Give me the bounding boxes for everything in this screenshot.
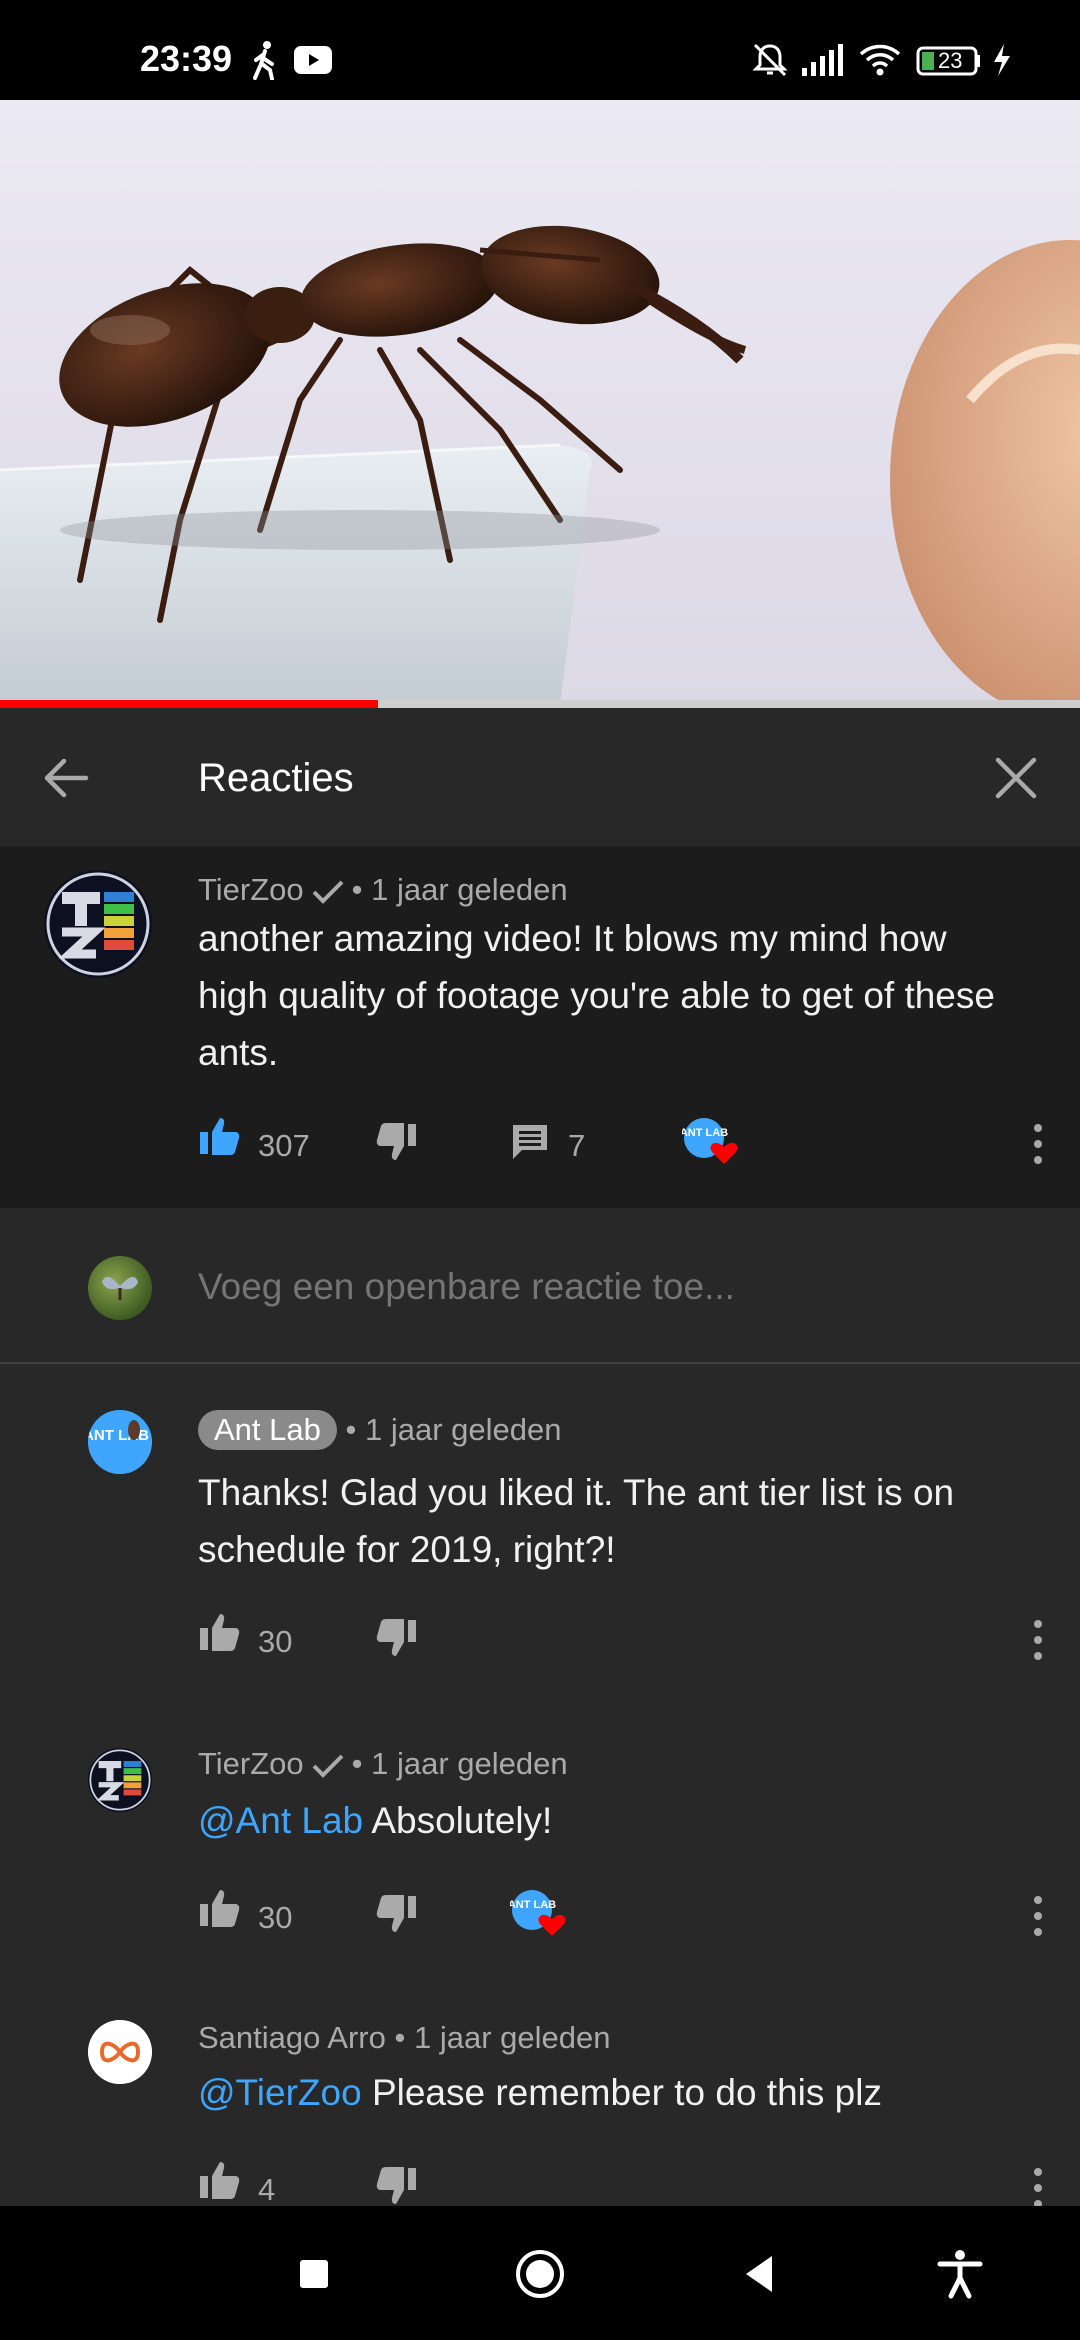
avatar[interactable]: [88, 1748, 152, 1812]
antlab-avatar-text: ANT LAB: [510, 1899, 556, 1911]
dislike-icon[interactable]: [374, 1120, 418, 1164]
comment-meta: Ant Lab • 1 jaar geleden: [198, 1410, 561, 1450]
video-player[interactable]: [0, 100, 1080, 705]
comment-time: 1 jaar geleden: [371, 1746, 568, 1781]
tierzoo-logo-icon: [88, 1748, 152, 1812]
comment-actions: 30 ANT LAB: [198, 1886, 1058, 1946]
comment-time: 1 jaar geleden: [364, 1412, 562, 1447]
like-icon[interactable]: [198, 1886, 242, 1930]
more-options-icon[interactable]: [1018, 1610, 1058, 1670]
comment-text: another amazing video! It blows my mind …: [198, 918, 995, 1073]
separator: •: [351, 872, 363, 907]
comment-body: Absolutely!: [363, 1800, 553, 1841]
creator-heart-icon: ANT LAB: [508, 1886, 570, 1940]
reply-input[interactable]: [198, 1266, 1018, 1308]
comments-header: Reacties: [0, 708, 1080, 848]
separator: •: [345, 1412, 357, 1447]
butterfly-icon: [102, 1276, 138, 1300]
mention-link[interactable]: @TierZoo: [198, 2072, 362, 2113]
dislike-icon[interactable]: [374, 1892, 418, 1936]
more-options-icon[interactable]: [1018, 1114, 1058, 1174]
dislike-icon[interactable]: [374, 1616, 418, 1660]
like-count: 30: [258, 1900, 293, 1935]
video-progress-bar[interactable]: [0, 700, 1080, 708]
user-avatar: [88, 1256, 152, 1320]
status-icons: 23: [750, 40, 1050, 80]
avatar[interactable]: [44, 870, 152, 978]
reply-item: ANT LAB Ant Lab • 1 jaar geleden Thanks!…: [0, 1366, 1080, 1666]
comment-time: 1 jaar geleden: [371, 872, 568, 907]
like-icon[interactable]: [198, 2158, 242, 2202]
author-chip[interactable]: Ant Lab: [198, 1410, 337, 1450]
comment-author[interactable]: TierZoo: [198, 1746, 304, 1781]
creator-heart-icon: ANT LAB: [680, 1114, 742, 1168]
comment-actions: 307 7 ANT LAB: [198, 1114, 1058, 1174]
comment-text: @TierZoo Please remember to do this plz: [198, 2064, 1018, 2121]
like-count: 30: [258, 1624, 293, 1659]
like-icon[interactable]: [198, 1114, 242, 1158]
status-bar: 23:39 23: [0, 0, 1080, 100]
comment-body: Please remember to do this plz: [361, 2072, 882, 2113]
comment-time: 1 jaar geleden: [413, 2020, 611, 2055]
avatar[interactable]: [88, 2020, 152, 2084]
status-time: 23:39: [140, 38, 233, 79]
more-options-icon[interactable]: [1018, 1886, 1058, 1946]
comment-text: Thanks! Glad you liked it. The ant tier …: [198, 1472, 955, 1570]
back-triangle-icon[interactable]: [732, 2246, 788, 2302]
more-options-icon[interactable]: [1018, 2158, 1058, 2206]
back-arrow-icon[interactable]: [36, 748, 96, 808]
dislike-icon[interactable]: [374, 2164, 418, 2206]
battery-level: 23: [938, 48, 963, 73]
system-nav-bar: [0, 2206, 1080, 2340]
reply-count: 7: [568, 1128, 586, 1163]
add-reply-area: [0, 1208, 1080, 1364]
avatar[interactable]: ANT LAB: [88, 1410, 152, 1474]
infinity-logo-icon: [88, 2020, 152, 2084]
like-count: 307: [258, 1128, 310, 1163]
separator: •: [394, 2020, 406, 2055]
comment-meta: Santiago Arro • 1 jaar geleden: [198, 2020, 610, 2056]
charging-icon: [994, 44, 1010, 76]
separator: •: [351, 1746, 363, 1781]
antlab-logo-icon: ANT LAB: [88, 1410, 152, 1474]
like-icon[interactable]: [198, 1610, 242, 1654]
video-progress-fill: [0, 700, 378, 708]
comment-actions: 4: [198, 2158, 1058, 2206]
verified-check-icon: [312, 880, 344, 904]
youtube-icon: [294, 46, 332, 74]
wifi-icon: [859, 44, 901, 76]
comment-author[interactable]: Santiago Arro: [198, 2020, 386, 2055]
verified-check-icon: [312, 1754, 344, 1778]
comment-meta: TierZoo • 1 jaar geleden: [198, 1746, 568, 1782]
like-count: 4: [258, 2172, 276, 2206]
reply-comment-icon[interactable]: [510, 1122, 550, 1162]
walk-icon: [253, 41, 274, 80]
reply-item: TierZoo • 1 jaar geleden @Ant Lab Absolut…: [0, 1706, 1080, 1966]
accessibility-icon[interactable]: [932, 2246, 988, 2302]
home-circle-icon[interactable]: [512, 2246, 568, 2302]
tierzoo-logo-icon: [44, 870, 152, 978]
comments-title: Reacties: [198, 756, 354, 800]
comment-author[interactable]: TierZoo: [198, 872, 304, 907]
reply-item: Santiago Arro • 1 jaar geleden @TierZoo …: [0, 1978, 1080, 2206]
comment-text: @Ant Lab Absolutely!: [198, 1792, 1018, 1849]
signal-icon: [802, 44, 843, 76]
mention-link[interactable]: @Ant Lab: [198, 1800, 363, 1841]
antlab-avatar-text: ANT LAB: [682, 1127, 728, 1139]
video-frame: [0, 100, 1080, 705]
recents-square-icon[interactable]: [286, 2246, 342, 2302]
mute-icon: [752, 43, 788, 77]
close-icon[interactable]: [986, 748, 1046, 808]
comment-actions: 30: [198, 1610, 1058, 1670]
comment-meta: TierZoo • 1 jaar geleden: [198, 872, 568, 908]
top-comment: TierZoo • 1 jaar geleden another amazing …: [0, 848, 1080, 1208]
